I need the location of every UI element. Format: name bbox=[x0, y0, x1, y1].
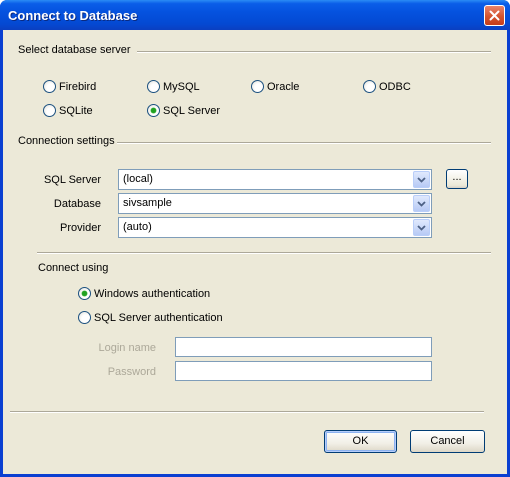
provider-value: (auto) bbox=[123, 221, 152, 233]
chevron-down-icon bbox=[417, 200, 426, 207]
radio-indicator-checked bbox=[147, 104, 160, 117]
footer-divider bbox=[10, 411, 484, 413]
radio-indicator-checked bbox=[78, 287, 91, 300]
dropdown-button[interactable] bbox=[413, 219, 430, 236]
auth-divider bbox=[37, 252, 491, 254]
radio-label-oracle: Oracle bbox=[267, 80, 300, 93]
radio-label-sql-auth: SQL Server authentication bbox=[94, 311, 223, 324]
provider-label: Provider bbox=[60, 222, 101, 234]
window-title: Connect to Database bbox=[8, 8, 138, 23]
dropdown-button[interactable] bbox=[413, 195, 430, 212]
password-label: Password bbox=[107, 366, 156, 378]
database-combo[interactable]: sivsample bbox=[118, 193, 432, 214]
radio-oracle[interactable]: Oracle bbox=[251, 80, 299, 93]
radio-label-sql-server: SQL Server bbox=[163, 104, 221, 117]
chevron-down-icon bbox=[417, 224, 426, 231]
server-group-label: Select database server bbox=[18, 44, 131, 56]
ok-button[interactable]: OK bbox=[324, 430, 397, 453]
connection-group-label: Connection settings bbox=[18, 135, 115, 147]
server-group-divider bbox=[137, 51, 491, 53]
radio-odbc[interactable]: ODBC bbox=[363, 80, 411, 93]
radio-label-odbc: ODBC bbox=[379, 80, 411, 93]
connection-group-divider bbox=[117, 142, 491, 144]
dropdown-button[interactable] bbox=[413, 171, 430, 188]
database-label: Database bbox=[53, 198, 101, 210]
sql-server-label: SQL Server bbox=[43, 174, 101, 186]
dialog-body: Select database server Firebird MySQL Or… bbox=[3, 30, 507, 474]
radio-sqlite[interactable]: SQLite bbox=[43, 104, 93, 117]
password-field[interactable] bbox=[175, 361, 432, 381]
radio-indicator bbox=[43, 80, 56, 93]
sql-server-combo[interactable]: (local) bbox=[118, 169, 432, 190]
radio-label-windows-auth: Windows authentication bbox=[94, 287, 211, 300]
chevron-down-icon bbox=[417, 176, 426, 183]
radio-sql-server[interactable]: SQL Server bbox=[147, 104, 220, 117]
radio-indicator bbox=[251, 80, 264, 93]
radio-firebird[interactable]: Firebird bbox=[43, 80, 96, 93]
title-bar[interactable]: Connect to Database bbox=[0, 0, 510, 30]
provider-combo[interactable]: (auto) bbox=[118, 217, 432, 238]
close-icon bbox=[489, 10, 500, 21]
radio-mysql[interactable]: MySQL bbox=[147, 80, 200, 93]
radio-indicator bbox=[43, 104, 56, 117]
radio-indicator bbox=[363, 80, 376, 93]
dialog-window: Connect to Database Select database serv… bbox=[0, 0, 510, 477]
sql-server-value: (local) bbox=[123, 173, 153, 185]
radio-indicator bbox=[147, 80, 160, 93]
login-name-field[interactable] bbox=[175, 337, 432, 357]
radio-indicator bbox=[78, 311, 91, 324]
radio-label-firebird: Firebird bbox=[59, 80, 97, 93]
radio-windows-auth[interactable]: Windows authentication bbox=[78, 287, 210, 300]
browse-servers-button[interactable]: ... bbox=[446, 169, 468, 189]
radio-sql-auth[interactable]: SQL Server authentication bbox=[78, 311, 223, 324]
auth-group-label: Connect using bbox=[38, 262, 109, 274]
cancel-button[interactable]: Cancel bbox=[410, 430, 485, 453]
radio-label-sqlite: SQLite bbox=[59, 104, 93, 117]
radio-label-mysql: MySQL bbox=[163, 80, 200, 93]
database-value: sivsample bbox=[123, 197, 172, 209]
close-button[interactable] bbox=[484, 5, 505, 26]
login-name-label: Login name bbox=[98, 342, 157, 354]
